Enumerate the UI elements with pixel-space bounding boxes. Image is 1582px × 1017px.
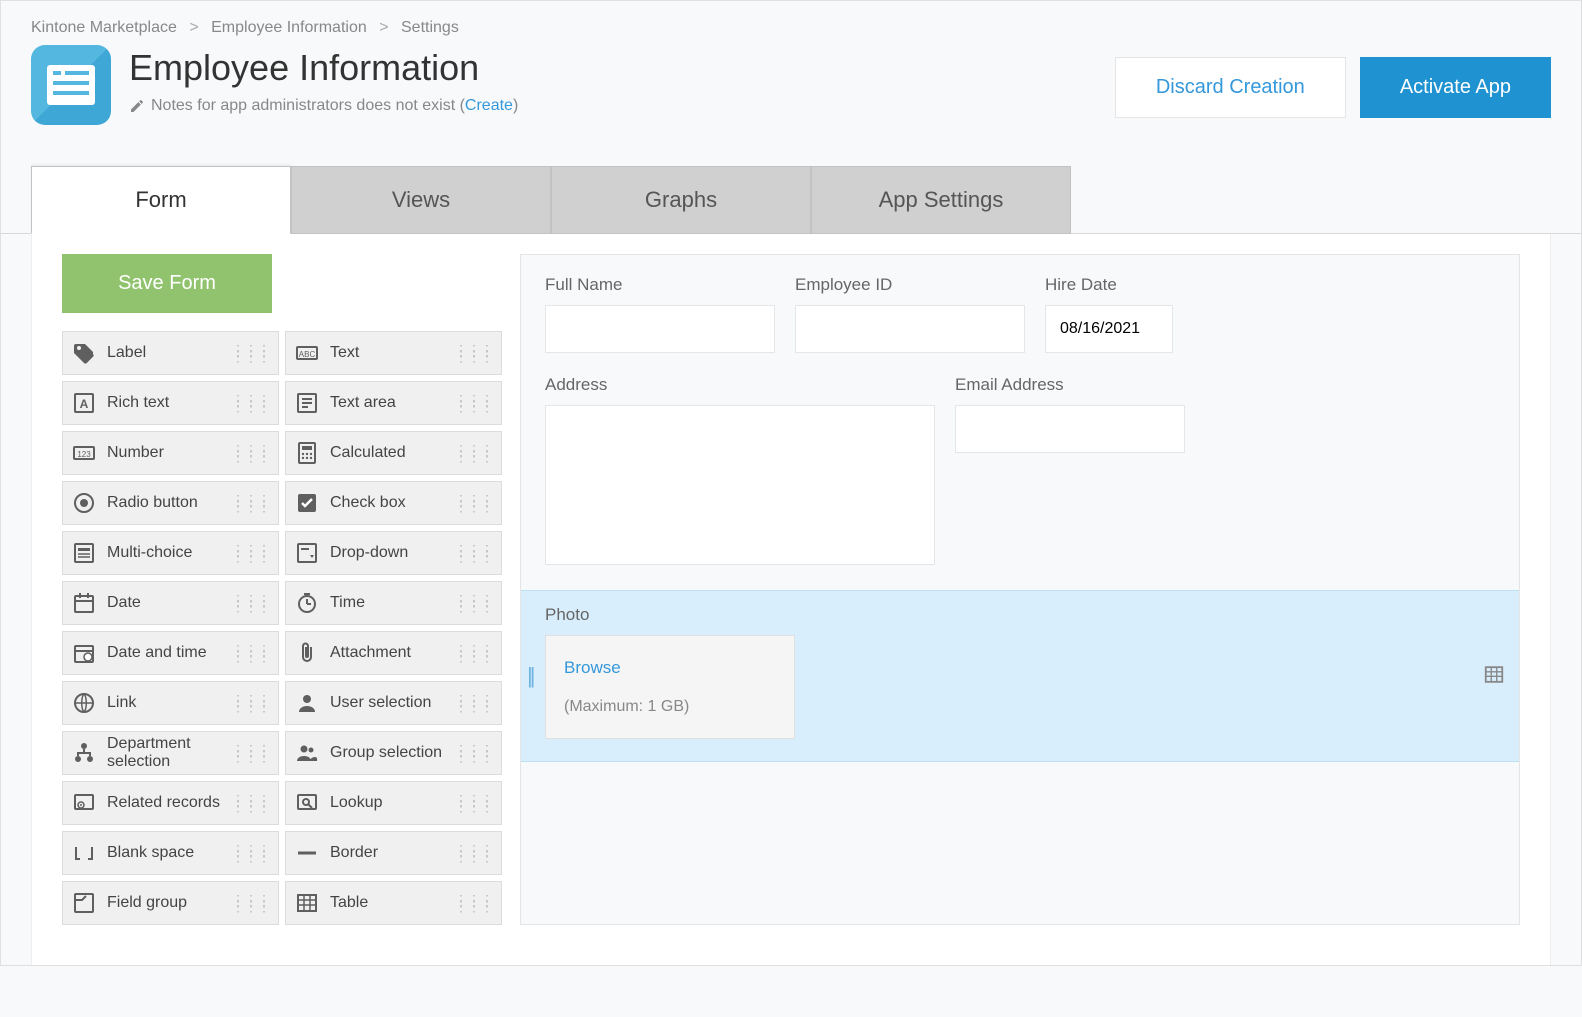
employee-id-input[interactable] [795,305,1025,353]
field-type-number[interactable]: 123Number⋮⋮⋮⋮⋮⋮ [62,431,279,475]
tag-icon [71,340,97,366]
tab-views[interactable]: Views [291,166,551,234]
dropdown-icon [294,540,320,566]
border-icon [294,840,320,866]
svg-text:ABC: ABC [299,350,316,359]
edit-note-icon [129,98,145,114]
app-icon [31,45,111,125]
max-size-text: (Maximum: 1 GB) [564,698,776,716]
field-type-label[interactable]: Label⋮⋮⋮⋮⋮⋮ [62,331,279,375]
field-type-department[interactable]: Department selection⋮⋮⋮⋮⋮⋮ [62,731,279,775]
svg-text:A: A [80,397,89,411]
field-type-border[interactable]: Border⋮⋮⋮⋮⋮⋮ [285,831,502,875]
globe-icon [71,690,97,716]
discard-button[interactable]: Discard Creation [1115,57,1346,118]
field-palette: Save Form Label⋮⋮⋮⋮⋮⋮ ABCText⋮⋮⋮⋮⋮⋮ ARic… [62,254,502,925]
field-label: Email Address [955,375,1185,395]
clock-icon [294,590,320,616]
field-address[interactable]: Address [545,375,935,568]
field-type-datetime[interactable]: Date and time⋮⋮⋮⋮⋮⋮ [62,631,279,675]
tabs: Form Views Graphs App Settings [1,165,1581,234]
create-note-link[interactable]: Create [465,97,513,114]
table-icon[interactable] [1483,664,1505,689]
field-type-attachment[interactable]: Attachment⋮⋮⋮⋮⋮⋮ [285,631,502,675]
field-type-dropdown[interactable]: Drop-down⋮⋮⋮⋮⋮⋮ [285,531,502,575]
field-type-multichoice[interactable]: Multi-choice⋮⋮⋮⋮⋮⋮ [62,531,279,575]
calculator-icon [294,440,320,466]
field-email[interactable]: Email Address [955,375,1185,568]
calendar-icon [71,590,97,616]
field-label: Address [545,375,935,395]
form-canvas[interactable]: Full Name Employee ID Hire Date Address [520,254,1520,925]
field-type-checkbox[interactable]: Check box⋮⋮⋮⋮⋮⋮ [285,481,502,525]
field-type-group[interactable]: Group selection⋮⋮⋮⋮⋮⋮ [285,731,502,775]
page-title: Employee Information [129,47,518,89]
field-photo[interactable]: || Photo Browse (Maximum: 1 GB) [521,590,1519,762]
breadcrumb-link-marketplace[interactable]: Kintone Marketplace [31,19,177,36]
checkbox-icon [294,490,320,516]
breadcrumb-separator: > [379,19,388,36]
field-type-richtext[interactable]: ARich text⋮⋮⋮⋮⋮⋮ [62,381,279,425]
datetime-icon [71,640,97,666]
breadcrumb-link-app[interactable]: Employee Information [211,19,367,36]
field-label: Hire Date [1045,275,1173,295]
field-type-related[interactable]: Related records⋮⋮⋮⋮⋮⋮ [62,781,279,825]
full-name-input[interactable] [545,305,775,353]
table-icon [294,890,320,916]
related-icon [71,790,97,816]
activate-button[interactable]: Activate App [1360,57,1551,118]
field-type-time[interactable]: Time⋮⋮⋮⋮⋮⋮ [285,581,502,625]
email-input[interactable] [955,405,1185,453]
breadcrumb: Kintone Marketplace > Employee Informati… [31,19,1551,37]
blank-icon [71,840,97,866]
tab-form[interactable]: Form [31,166,291,234]
group-icon [294,740,320,766]
org-icon [71,740,97,766]
radio-icon [71,490,97,516]
field-type-user[interactable]: User selection⋮⋮⋮⋮⋮⋮ [285,681,502,725]
number-icon: 123 [71,440,97,466]
save-form-button[interactable]: Save Form [62,254,272,313]
field-full-name[interactable]: Full Name [545,275,775,353]
field-label: Photo [545,605,1495,625]
field-type-blank[interactable]: Blank space⋮⋮⋮⋮⋮⋮ [62,831,279,875]
field-type-text[interactable]: ABCText⋮⋮⋮⋮⋮⋮ [285,331,502,375]
field-type-link[interactable]: Link⋮⋮⋮⋮⋮⋮ [62,681,279,725]
list-icon [71,540,97,566]
field-type-lookup[interactable]: Lookup⋮⋮⋮⋮⋮⋮ [285,781,502,825]
field-type-textarea[interactable]: Text area⋮⋮⋮⋮⋮⋮ [285,381,502,425]
svg-text:123: 123 [77,450,91,459]
field-label: Employee ID [795,275,1025,295]
admin-note: Notes for app administrators does not ex… [129,97,518,115]
breadcrumb-separator: > [189,19,198,36]
user-icon [294,690,320,716]
abc-icon: ABC [294,340,320,366]
fieldgroup-icon [71,890,97,916]
richtext-icon: A [71,390,97,416]
breadcrumb-current: Settings [401,19,459,36]
paperclip-icon [294,640,320,666]
browse-button[interactable]: Browse [564,658,776,678]
field-hire-date[interactable]: Hire Date [1045,275,1173,353]
field-employee-id[interactable]: Employee ID [795,275,1025,353]
lookup-icon [294,790,320,816]
hire-date-input[interactable] [1045,305,1173,353]
tab-app-settings[interactable]: App Settings [811,166,1071,234]
field-type-radio[interactable]: Radio button⋮⋮⋮⋮⋮⋮ [62,481,279,525]
drag-handle-icon[interactable]: || [527,663,532,689]
field-label: Full Name [545,275,775,295]
field-type-fieldgroup[interactable]: Field group⋮⋮⋮⋮⋮⋮ [62,881,279,925]
field-type-date[interactable]: Date⋮⋮⋮⋮⋮⋮ [62,581,279,625]
textarea-icon [294,390,320,416]
tab-graphs[interactable]: Graphs [551,166,811,234]
field-type-table[interactable]: Table⋮⋮⋮⋮⋮⋮ [285,881,502,925]
address-input[interactable] [545,405,935,565]
field-type-calculated[interactable]: Calculated⋮⋮⋮⋮⋮⋮ [285,431,502,475]
